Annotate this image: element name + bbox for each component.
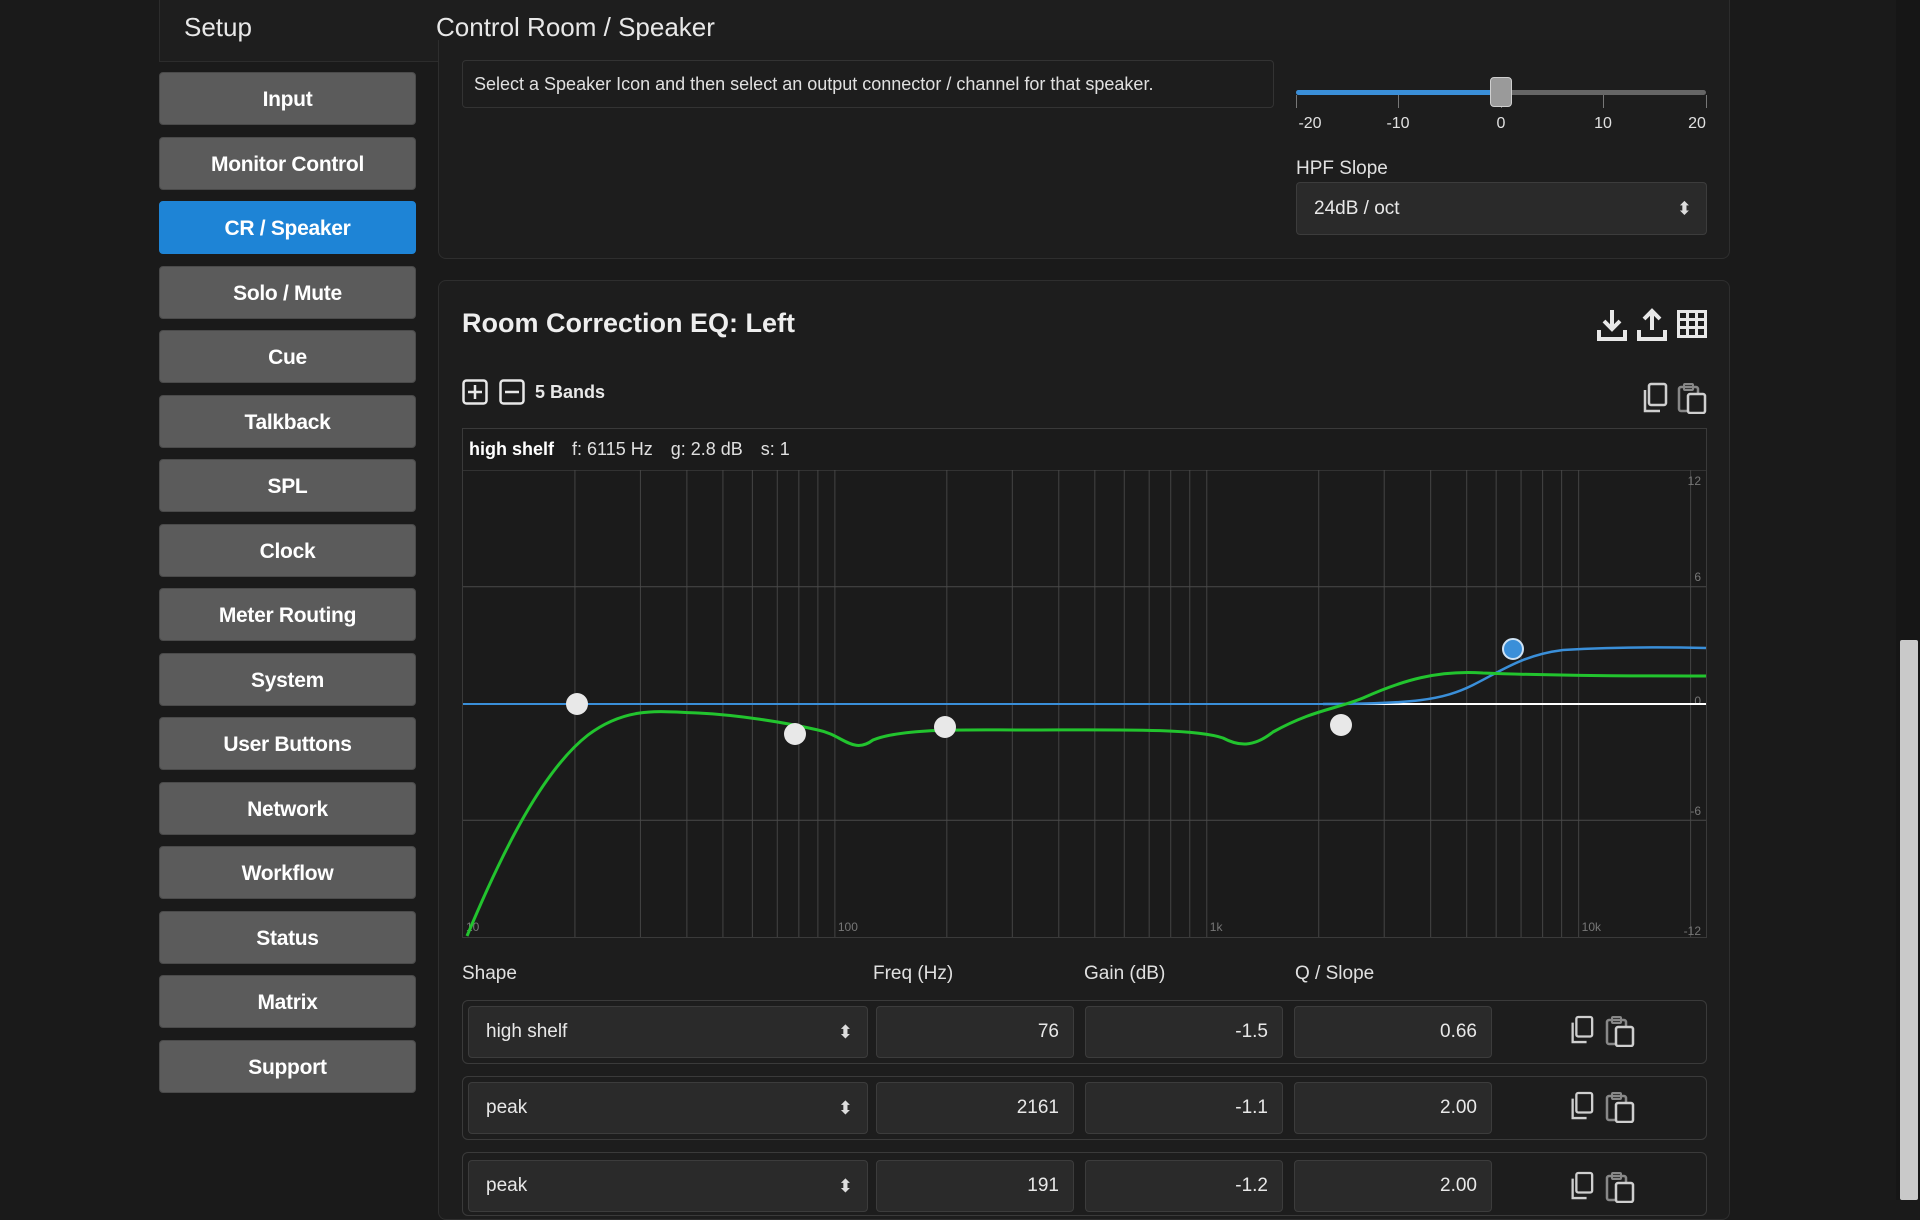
freq-tick-label: 100: [838, 920, 858, 934]
slider-tick-label: 0: [1496, 115, 1506, 132]
copy-icon[interactable]: [1568, 1015, 1594, 1045]
paste-icon[interactable]: [1605, 1015, 1635, 1047]
add-band-icon[interactable]: [462, 379, 488, 405]
bands-count: 5 Bands: [535, 382, 606, 402]
selected-band-slope: s: 1: [760, 439, 790, 459]
download-icon[interactable]: [1596, 308, 1628, 342]
sidebar-item-cr-speaker[interactable]: CR / Speaker: [159, 201, 416, 254]
selected-band-freq: f: 6115 Hz: [572, 439, 653, 459]
eq-title: Room Correction EQ: Left: [462, 308, 796, 338]
band-gain-input[interactable]: -1.1: [1085, 1082, 1283, 1134]
eq-response-curve: [465, 671, 1706, 937]
select-arrows-icon: ⬍: [1676, 198, 1692, 218]
select-arrows-icon: ⬍: [837, 1022, 853, 1042]
sidebar-item-input[interactable]: Input: [159, 72, 416, 125]
hpf-slope-label: HPF Slope: [1296, 158, 1388, 179]
band-shape-select[interactable]: high shelf ⬍: [468, 1006, 868, 1058]
paste-icon[interactable]: [1605, 1091, 1635, 1123]
band-freq-input[interactable]: 2161: [876, 1082, 1074, 1134]
paste-icon[interactable]: [1677, 382, 1707, 414]
setup-title[interactable]: Setup: [184, 12, 252, 43]
eq-band-handle[interactable]: [1330, 714, 1352, 736]
sidebar-item-solo-mute[interactable]: Solo / Mute: [159, 265, 416, 319]
sidebar-item-monitor-control[interactable]: Monitor Control: [159, 136, 416, 190]
scrollbar-thumb[interactable]: [1900, 640, 1918, 1200]
eq-plot-svg[interactable]: 1260-6-1210 100 1k 10k: [463, 470, 1706, 937]
eq-band-handle-selected[interactable]: [1502, 638, 1524, 660]
slider-thumb[interactable]: [1490, 77, 1512, 107]
freq-tick-label: 10k: [1582, 920, 1602, 934]
sidebar-item-matrix[interactable]: Matrix: [159, 975, 416, 1028]
sidebar-item-network[interactable]: Network: [159, 781, 416, 835]
sidebar-item-meter-routing[interactable]: Meter Routing: [159, 588, 416, 641]
paste-icon[interactable]: [1605, 1171, 1635, 1203]
sidebar-item-system[interactable]: System: [159, 652, 416, 706]
slider-tick-label: -10: [1386, 115, 1410, 132]
sidebar-item-workflow[interactable]: Workflow: [159, 846, 416, 899]
remove-band-icon[interactable]: [499, 379, 525, 405]
band-shape-value: peak: [486, 1097, 528, 1118]
selected-band-gain: g: 2.8 dB: [670, 439, 743, 459]
col-header-shape: Shape: [462, 963, 517, 984]
col-header-q: Q / Slope: [1295, 963, 1375, 984]
freq-tick-label: 1k: [1210, 920, 1224, 934]
sidebar-item-cue[interactable]: Cue: [159, 330, 416, 383]
gain-tick-label: 6: [1694, 570, 1701, 584]
slider-tick-label: 10: [1594, 115, 1612, 132]
slider-tick: [1398, 95, 1399, 108]
copy-icon[interactable]: [1640, 382, 1668, 414]
gain-tick-label: -12: [1684, 924, 1702, 937]
table-icon[interactable]: [1677, 310, 1707, 338]
eq-band-handle[interactable]: [566, 693, 588, 715]
select-arrows-icon: ⬍: [837, 1176, 853, 1196]
sidebar-item-user-buttons[interactable]: User Buttons: [159, 717, 416, 770]
speaker-hint: Select a Speaker Icon and then select an…: [462, 60, 1274, 108]
band-row: high shelf ⬍ 76 -1.5 0.66: [462, 1000, 1707, 1064]
upload-icon[interactable]: [1636, 308, 1668, 342]
slider-tick: [1603, 95, 1604, 108]
gain-tick-label: 12: [1688, 474, 1702, 488]
band-shape-value: high shelf: [486, 1021, 568, 1042]
copy-icon[interactable]: [1568, 1091, 1594, 1121]
band-shape-select[interactable]: peak ⬍: [468, 1082, 868, 1134]
band-q-input[interactable]: 0.66: [1294, 1006, 1492, 1058]
selected-band-info: high shelf f: 6115 Hz g: 2.8 dB s: 1: [469, 439, 790, 460]
select-arrows-icon: ⬍: [837, 1098, 853, 1118]
hpf-slope-value: 24dB / oct: [1314, 198, 1400, 219]
sidebar-item-status[interactable]: Status: [159, 910, 416, 964]
slider-tick-label: -20: [1298, 115, 1322, 132]
slider-tick: [1706, 95, 1707, 108]
eq-band-handle[interactable]: [934, 716, 956, 738]
gain-tick-label: -6: [1690, 804, 1701, 818]
slider-tick: [1296, 95, 1297, 108]
sidebar-item-talkback[interactable]: Talkback: [159, 394, 416, 448]
band-q-input[interactable]: 2.00: [1294, 1082, 1492, 1134]
sidebar-item-support[interactable]: Support: [159, 1039, 416, 1093]
sidebar-item-spl[interactable]: SPL: [159, 459, 416, 512]
band-row: peak ⬍ 2161 -1.1 2.00: [462, 1076, 1707, 1140]
band-shape-select[interactable]: peak ⬍: [468, 1160, 868, 1212]
band-freq-input[interactable]: 76: [876, 1006, 1074, 1058]
sidebar: Input Monitor Control CR / Speaker Solo …: [159, 72, 416, 1104]
col-header-gain: Gain (dB): [1084, 963, 1166, 984]
band-gain-input[interactable]: -1.2: [1085, 1160, 1283, 1212]
eq-band-handle[interactable]: [784, 723, 806, 745]
gain-tick-label: 0: [1694, 694, 1701, 708]
selected-band-shape: high shelf: [469, 439, 554, 459]
col-header-freq: Freq (Hz): [873, 963, 954, 984]
band-freq-input[interactable]: 191: [876, 1160, 1074, 1212]
band-gain-input[interactable]: -1.5: [1085, 1006, 1283, 1058]
band-shape-value: peak: [486, 1175, 528, 1196]
breadcrumb: Control Room / Speaker: [436, 12, 715, 42]
hpf-slope-select[interactable]: 24dB / oct ⬍: [1296, 182, 1707, 235]
band-q-input[interactable]: 2.00: [1294, 1160, 1492, 1212]
sidebar-item-clock[interactable]: Clock: [159, 523, 416, 577]
slider-tick-label: 20: [1688, 115, 1706, 132]
band-row: peak ⬍ 191 -1.2 2.00: [462, 1152, 1707, 1216]
copy-icon[interactable]: [1568, 1171, 1594, 1201]
